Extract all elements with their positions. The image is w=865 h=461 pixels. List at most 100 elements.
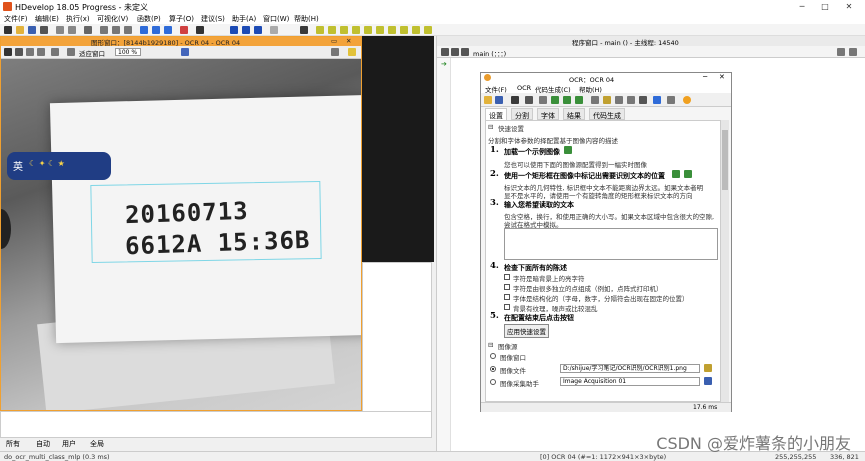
forward-icon[interactable] xyxy=(451,48,459,56)
gray-histogram-icon[interactable] xyxy=(364,26,372,34)
cut-icon[interactable] xyxy=(100,26,108,34)
run-icon[interactable] xyxy=(140,26,148,34)
program-option-icon[interactable] xyxy=(837,48,845,56)
radio-acquisition[interactable] xyxy=(490,379,496,385)
paste-icon[interactable] xyxy=(124,26,132,34)
ocr-help-icon[interactable] xyxy=(683,96,691,104)
menu-help[interactable]: 帮助(H) xyxy=(294,14,319,24)
image-source-collapse-icon[interactable]: ⊟ xyxy=(488,341,493,349)
browse-file-icon[interactable] xyxy=(704,364,712,372)
ocr-settings-icon[interactable] xyxy=(667,96,675,104)
expected-text-input[interactable] xyxy=(504,228,718,260)
matching-icon[interactable] xyxy=(388,26,396,34)
ocr-open-icon[interactable] xyxy=(484,96,492,104)
ocr-pen-icon[interactable] xyxy=(551,96,559,104)
check-dot-print[interactable] xyxy=(504,284,510,290)
ocr-pen3-icon[interactable] xyxy=(575,96,583,104)
acquisition-select[interactable]: Image Acquisition 01 xyxy=(560,377,700,386)
ocr-scrollbar[interactable] xyxy=(721,120,729,402)
graphics-minimize-icon[interactable]: ▭ xyxy=(331,37,337,45)
ocr-save-icon[interactable] xyxy=(495,96,503,104)
check-structured-font[interactable] xyxy=(504,294,510,300)
ime-mode-char[interactable]: 英 xyxy=(13,158,23,173)
load-image-icon[interactable] xyxy=(564,146,572,154)
fit-window-label[interactable]: 适应窗口 xyxy=(79,48,105,58)
open-icon[interactable] xyxy=(16,26,24,34)
menu-suggestions[interactable]: 建议(S) xyxy=(201,14,225,24)
apply-quick-setup-button[interactable]: 应用快速设置 xyxy=(504,324,549,338)
menu-functions[interactable]: 函数(P) xyxy=(137,14,161,24)
ocr-select-icon[interactable] xyxy=(639,96,647,104)
minimize-icon[interactable]: ─ xyxy=(795,1,809,12)
tab-global[interactable]: 全局 xyxy=(90,439,104,449)
draw-rect-icon[interactable] xyxy=(672,170,680,178)
hand-icon[interactable] xyxy=(26,48,34,56)
acquisition-icon[interactable] xyxy=(704,377,712,385)
close-icon[interactable]: ✕ xyxy=(842,1,856,12)
menu-file[interactable]: 文件(F) xyxy=(4,14,28,24)
ocr-list-icon[interactable] xyxy=(615,96,623,104)
visualization-icon[interactable] xyxy=(181,48,189,56)
zoom-select[interactable]: 100 % xyxy=(115,48,141,56)
tab-results[interactable]: 结果 xyxy=(563,108,585,120)
play-out-icon[interactable] xyxy=(254,26,262,34)
save-icon[interactable] xyxy=(28,26,36,34)
tab-all[interactable]: 所有 xyxy=(6,439,20,449)
breakpoint-icon[interactable] xyxy=(270,26,278,34)
tab-font[interactable]: 字体 xyxy=(537,108,559,120)
ocr-camera-icon[interactable] xyxy=(539,96,547,104)
image-display[interactable]: 20160713 6612A 15:36B 英 ☾ ✦ ☾ ★ xyxy=(1,59,361,410)
ocr-grid-icon[interactable] xyxy=(591,96,599,104)
tab-auto[interactable]: 自动 xyxy=(36,439,50,449)
ocr-window-icon[interactable] xyxy=(511,96,519,104)
zoom-icon[interactable] xyxy=(37,48,45,56)
collapse-icon[interactable]: ⊟ xyxy=(488,123,493,131)
tab-setup[interactable]: 设置 xyxy=(485,108,507,120)
code-reader-icon[interactable] xyxy=(424,26,432,34)
feature-icon[interactable] xyxy=(340,26,348,34)
ocr-scrollbar-thumb[interactable] xyxy=(722,130,728,190)
fit-window-icon[interactable] xyxy=(67,48,75,56)
procedure-select[interactable]: main (：：：) xyxy=(473,48,506,58)
ocr-image-icon[interactable] xyxy=(525,96,533,104)
menu-window[interactable]: 窗口(W) xyxy=(263,14,289,24)
play-step-icon[interactable] xyxy=(242,26,250,34)
stop-icon[interactable] xyxy=(180,26,188,34)
calibration-icon[interactable] xyxy=(400,26,408,34)
step-into-icon[interactable] xyxy=(164,26,172,34)
ocr-list2-icon[interactable] xyxy=(627,96,635,104)
reset-icon[interactable] xyxy=(196,26,204,34)
ime-toolbar[interactable]: 英 ☾ ✦ ☾ ★ xyxy=(7,152,111,180)
zoom-out-icon[interactable] xyxy=(51,48,59,56)
draw-rotated-rect-icon[interactable] xyxy=(684,170,692,178)
new-icon[interactable] xyxy=(4,26,12,34)
menu-assistants[interactable]: 助手(A) xyxy=(232,14,256,24)
measure-icon[interactable] xyxy=(376,26,384,34)
ocr-menu-ocr[interactable]: OCR xyxy=(517,84,531,92)
maximize-icon[interactable]: □ xyxy=(818,1,832,12)
pin-icon[interactable] xyxy=(331,48,339,56)
menu-edit[interactable]: 编辑(E) xyxy=(35,14,59,24)
tab-user[interactable]: 用户 xyxy=(62,439,76,449)
copy-icon[interactable] xyxy=(112,26,120,34)
ocr-minimize-icon[interactable]: ─ xyxy=(703,73,707,81)
undo-icon[interactable] xyxy=(56,26,64,34)
tab-segmentation[interactable]: 分割 xyxy=(511,108,533,120)
line-profile-icon[interactable] xyxy=(328,26,336,34)
zoom-window-icon[interactable] xyxy=(352,26,360,34)
check-textured-bg[interactable] xyxy=(504,304,510,310)
image-file-path-input[interactable]: D:/shijue/学习笔记/OCR识别/OCR识别1.png xyxy=(560,364,700,373)
program-option2-icon[interactable] xyxy=(849,48,857,56)
ocr-run-icon[interactable] xyxy=(653,96,661,104)
histogram-icon[interactable] xyxy=(316,26,324,34)
ocr-folder-icon[interactable] xyxy=(603,96,611,104)
step-over-icon[interactable] xyxy=(152,26,160,34)
play-icon[interactable] xyxy=(230,26,238,34)
ocr-pen2-icon[interactable] xyxy=(563,96,571,104)
redo-icon[interactable] xyxy=(68,26,76,34)
radio-image-file[interactable] xyxy=(490,366,496,372)
find-icon[interactable] xyxy=(84,26,92,34)
menu-visualize[interactable]: 可视化(V) xyxy=(97,14,128,24)
tab-codegen[interactable]: 代码生成 xyxy=(589,108,625,120)
window-icon[interactable] xyxy=(300,26,308,34)
